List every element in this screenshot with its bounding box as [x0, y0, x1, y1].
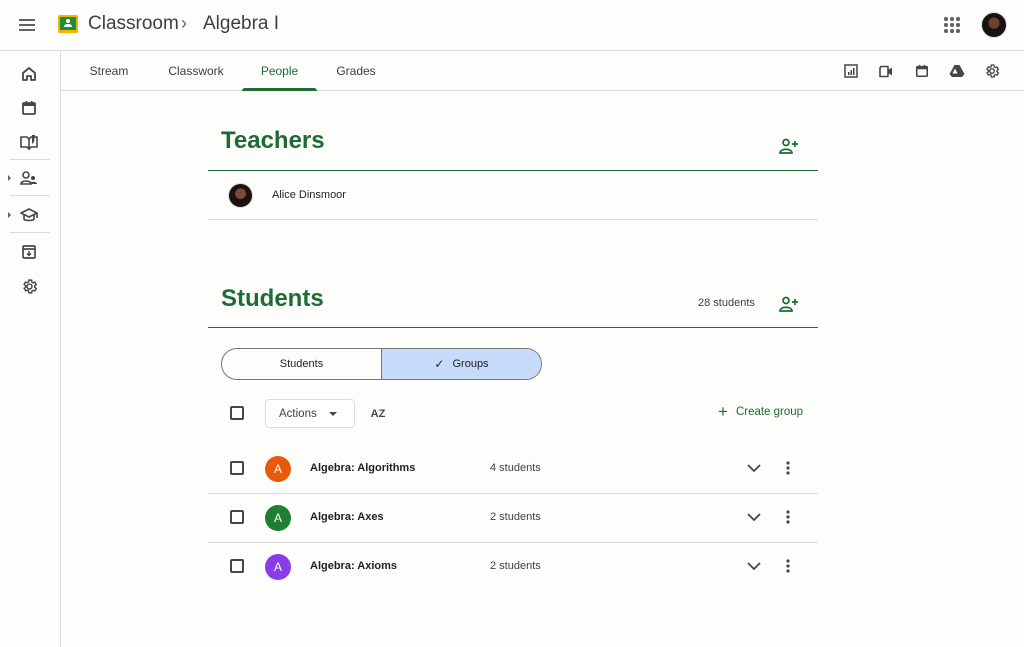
tab-classwork[interactable]: Classwork: [161, 51, 231, 91]
group-avatar: A: [265, 505, 291, 531]
expand-caret-icon[interactable]: [8, 212, 11, 218]
expand-group-button[interactable]: [744, 507, 764, 527]
meet-video-icon: [878, 65, 894, 78]
top-app-bar: Classroom › Algebra I: [0, 0, 1024, 51]
expand-caret-icon[interactable]: [8, 175, 11, 181]
calendar-icon: [915, 64, 929, 78]
tab-grades[interactable]: Grades: [331, 51, 381, 91]
menu-icon: [19, 18, 37, 32]
more-vert-icon: [786, 461, 790, 475]
sort-icon: AZ: [371, 408, 386, 420]
tab-stream[interactable]: Stream: [83, 51, 135, 91]
chevron-down-icon: [747, 562, 761, 571]
add-person-icon: [779, 138, 799, 154]
sidebar-item-home[interactable]: [18, 63, 40, 85]
add-person-icon: [779, 296, 799, 312]
sidebar-divider: [10, 232, 50, 233]
group-student-count: 2 students: [490, 511, 541, 523]
row-divider: [208, 219, 818, 220]
sidebar-item-to-review[interactable]: [18, 131, 40, 153]
settings-icon: [21, 278, 38, 295]
app-name-link[interactable]: Classroom: [88, 13, 179, 35]
google-apps-button[interactable]: [940, 13, 964, 37]
sidebar-item-calendar[interactable]: [18, 97, 40, 119]
group-name[interactable]: Algebra: Axes: [310, 511, 384, 523]
account-avatar[interactable]: [981, 12, 1007, 38]
group-checkbox[interactable]: [230, 559, 244, 573]
sidebar-item-enrolled[interactable]: [18, 204, 40, 226]
sidebar-divider: [10, 159, 50, 160]
meet-button[interactable]: [876, 61, 896, 81]
analytics-button[interactable]: [841, 61, 861, 81]
group-checkbox[interactable]: [230, 510, 244, 524]
sidebar-item-teaching[interactable]: [18, 167, 40, 189]
classroom-logo[interactable]: [58, 15, 78, 33]
teachers-heading: Teachers: [221, 127, 325, 155]
teachers-divider: [208, 170, 818, 171]
group-name[interactable]: Algebra: Algorithms: [310, 462, 415, 474]
class-calendar-button[interactable]: [912, 61, 932, 81]
more-vert-icon: [786, 559, 790, 573]
group-student-count: 2 students: [490, 560, 541, 572]
breadcrumb-separator: ›: [181, 13, 187, 34]
view-toggle: Students ✓Groups: [221, 348, 542, 380]
home-icon: [21, 66, 37, 82]
group-row: A Algebra: Algorithms 4 students: [208, 444, 818, 493]
main-menu-button[interactable]: [14, 11, 42, 39]
group-name[interactable]: Algebra: Axioms: [310, 560, 397, 572]
expand-group-button[interactable]: [744, 458, 764, 478]
select-all-checkbox[interactable]: [230, 406, 244, 420]
invite-students-button[interactable]: [778, 293, 800, 315]
analytics-icon: [844, 64, 858, 78]
drive-icon: [949, 64, 965, 78]
chevron-down-icon: [747, 513, 761, 522]
students-heading: Students: [221, 285, 324, 313]
people-icon: [20, 170, 38, 186]
sidebar-item-archived[interactable]: [18, 241, 40, 263]
sidebar-nav: [0, 51, 61, 647]
group-student-count: 4 students: [490, 462, 541, 474]
group-more-options-button[interactable]: [778, 556, 798, 576]
view-groups-button[interactable]: ✓Groups: [381, 349, 541, 379]
group-avatar: A: [265, 456, 291, 482]
school-icon: [20, 207, 38, 223]
expand-group-button[interactable]: [744, 556, 764, 576]
check-icon: ✓: [434, 357, 444, 371]
group-row: A Algebra: Axes 2 students: [208, 493, 818, 542]
sidebar-item-settings[interactable]: [18, 275, 40, 297]
book-icon: [20, 134, 38, 150]
class-settings-button[interactable]: [982, 61, 1002, 81]
group-checkbox[interactable]: [230, 461, 244, 475]
tab-people[interactable]: People: [242, 51, 317, 91]
dropdown-arrow-icon: [329, 412, 337, 416]
settings-icon: [984, 63, 1000, 79]
plus-icon: +: [718, 406, 728, 418]
group-more-options-button[interactable]: [778, 458, 798, 478]
group-avatar: A: [265, 554, 291, 580]
student-count: 28 students: [698, 297, 755, 309]
group-row: A Algebra: Axioms 2 students: [208, 542, 818, 591]
calendar-icon: [21, 100, 37, 116]
view-students-button[interactable]: Students: [222, 349, 381, 379]
invite-teachers-button[interactable]: [778, 135, 800, 157]
teacher-name: Alice Dinsmoor: [272, 189, 346, 201]
course-title: Algebra I: [203, 13, 279, 35]
chevron-down-icon: [747, 464, 761, 473]
teacher-avatar: [228, 183, 253, 208]
archive-icon: [21, 244, 37, 260]
drive-folder-button[interactable]: [947, 61, 967, 81]
create-group-button[interactable]: + Create group: [718, 406, 803, 418]
students-divider: [208, 327, 818, 328]
actions-dropdown[interactable]: Actions: [265, 399, 355, 428]
sidebar-divider: [10, 195, 50, 196]
group-more-options-button[interactable]: [778, 507, 798, 527]
sort-az-button[interactable]: AZ: [368, 404, 388, 424]
class-tab-bar: Stream Classwork People Grades: [61, 51, 1024, 91]
more-vert-icon: [786, 510, 790, 524]
